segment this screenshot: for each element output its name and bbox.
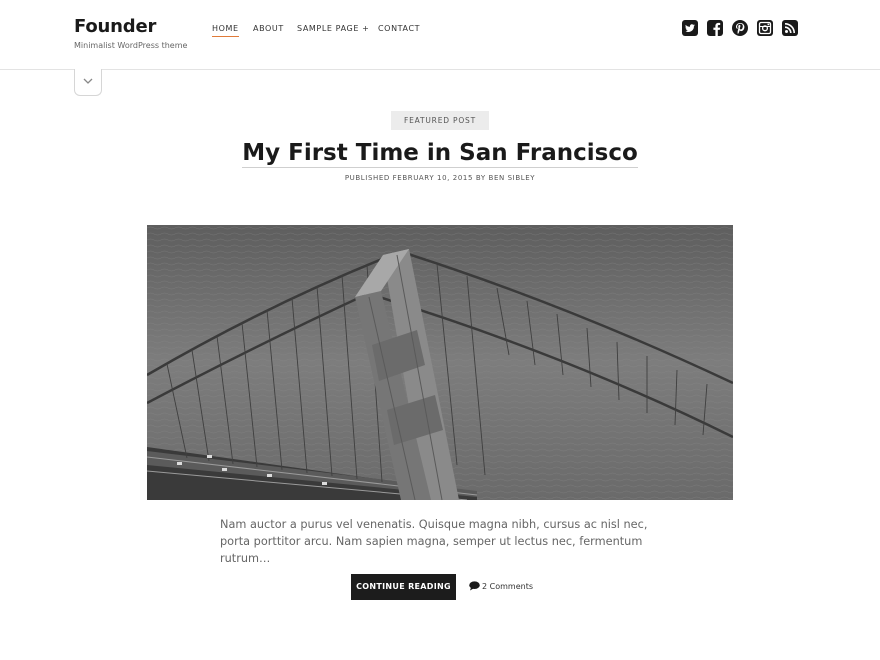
facebook-icon[interactable] bbox=[707, 20, 723, 36]
site-header: Founder Minimalist WordPress theme HOME … bbox=[0, 0, 880, 70]
nav-item-contact[interactable]: CONTACT bbox=[378, 24, 420, 36]
nav-item-home[interactable]: HOME bbox=[212, 24, 239, 37]
featured-post-badge: FEATURED POST bbox=[391, 111, 489, 130]
site-tagline: Minimalist WordPress theme bbox=[74, 41, 188, 50]
chevron-down-icon bbox=[83, 78, 93, 84]
comments-link[interactable]: 2 Comments bbox=[469, 581, 533, 591]
site-title[interactable]: Founder bbox=[74, 16, 156, 37]
post-meta: PUBLISHED FEBRUARY 10, 2015 BY BEN SIBLE… bbox=[344, 174, 536, 182]
post-excerpt: Nam auctor a purus vel venenatis. Quisqu… bbox=[220, 518, 648, 565]
post-title: My First Time in San Francisco bbox=[0, 140, 880, 168]
comments-count: 2 Comments bbox=[482, 582, 533, 591]
pinterest-icon[interactable] bbox=[732, 20, 748, 36]
twitter-icon[interactable] bbox=[682, 20, 698, 36]
nav-item-about[interactable]: ABOUT bbox=[253, 24, 284, 36]
bridge-photo bbox=[147, 225, 733, 500]
nav-item-sample-page[interactable]: SAMPLE PAGE + bbox=[297, 24, 369, 36]
featured-image[interactable] bbox=[147, 225, 733, 500]
rss-icon[interactable] bbox=[782, 20, 798, 36]
post-title-link[interactable]: My First Time in San Francisco bbox=[242, 140, 638, 168]
continue-reading-button[interactable]: CONTINUE READING bbox=[351, 574, 456, 600]
instagram-icon[interactable] bbox=[757, 20, 773, 36]
comment-bubble-icon bbox=[469, 581, 480, 591]
sidebar-toggle-button[interactable] bbox=[74, 69, 102, 96]
